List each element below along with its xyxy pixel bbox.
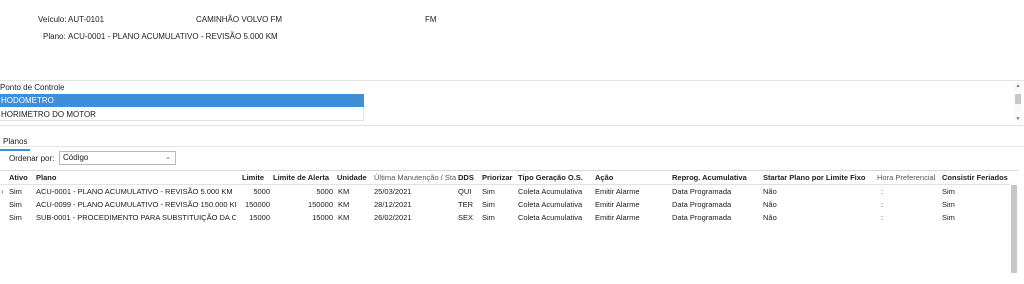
cell-acao: Emitir Alarme (595, 187, 640, 196)
cell-ativo: Sim (9, 213, 22, 222)
tab-divider (0, 146, 1024, 147)
col-header-reprog[interactable]: Reprog. Acumulativa (672, 171, 760, 185)
cell-startar: Não (763, 187, 777, 196)
cell-plano: ACU-0001 - PLANO ACUMULATIVO - REVISÃO 5… (36, 187, 233, 196)
cell-plano: ACU-0099 - PLANO ACUMULATIVO - REVISÃO 1… (36, 200, 236, 209)
order-label: Ordenar por: (9, 154, 55, 163)
cell-limite: 150000 (244, 200, 270, 209)
cell-limite-alerta: 150000 (307, 200, 333, 209)
grid-scrollbar[interactable] (1010, 183, 1018, 277)
col-header-unidade[interactable]: Unidade (337, 171, 372, 185)
scrollbar-thumb[interactable] (1015, 94, 1021, 104)
col-header-plano[interactable]: Plano (36, 171, 236, 185)
tab-planos[interactable]: Planos (0, 135, 31, 151)
ponto-controle-title: Ponto de Controle (0, 83, 65, 92)
cell-unidade: KM (338, 213, 350, 222)
col-header-tipo-geracao[interactable]: Tipo Geração O.S. (518, 171, 592, 185)
cell-limite: 15000 (249, 213, 270, 222)
cell-limite-alerta: 15000 (312, 213, 333, 222)
cell-consistir-feriados: Sim (942, 213, 955, 222)
cell-startar: Não (763, 213, 777, 222)
cell-hora-preferencial: : (881, 187, 884, 196)
col-header-limite[interactable]: Limite (242, 171, 270, 185)
cell-ativo: Sim (9, 200, 22, 209)
cell-priorizar: Sim (482, 200, 495, 209)
scroll-down-icon[interactable]: ▼ (1014, 115, 1022, 123)
col-header-ativo[interactable]: Ativo (9, 171, 33, 185)
col-header-acao[interactable]: Ação (595, 171, 669, 185)
cell-priorizar: Sim (482, 187, 495, 196)
veiculo-model: FM (425, 15, 437, 24)
cell-tipo-geracao: Coleta Acumulativa (518, 187, 583, 196)
cell-priorizar: Sim (482, 213, 495, 222)
table-row[interactable]: Sim SUB-0001 - PROCEDIMENTO PARA SUBSTIT… (0, 211, 1008, 224)
cell-consistir-feriados: Sim (942, 200, 955, 209)
chevron-down-icon[interactable]: ⌄ (165, 152, 171, 164)
col-header-consistir-feriados[interactable]: Consistir Feriados (942, 171, 1008, 185)
cell-hora-preferencial: : (881, 200, 884, 209)
ponto-controle-item-hodometro[interactable]: HODOMETRO (0, 94, 364, 107)
cell-limite: 5000 (253, 187, 270, 196)
cell-startar: Não (763, 200, 777, 209)
scrollbar-thumb[interactable] (1011, 185, 1017, 273)
veiculo-code: AUT-0101 (68, 15, 105, 24)
cell-tipo-geracao: Coleta Acumulativa (518, 200, 583, 209)
cell-ativo: Sim (9, 187, 22, 196)
cell-dds: QUI (458, 187, 472, 196)
veiculo-name: CAMINHÃO VOLVO FM (196, 15, 283, 24)
table-row[interactable]: › Sim ACU-0001 - PLANO ACUMULATIVO - REV… (0, 185, 1008, 198)
col-header-limite-alerta[interactable]: Limite de Alerta (273, 171, 335, 185)
cell-unidade: KM (338, 187, 350, 196)
col-header-priorizar[interactable]: Priorizar (482, 171, 516, 185)
cell-tipo-geracao: Coleta Acumulativa (518, 213, 583, 222)
ponto-controle-item-horimetro[interactable]: HORIMETRO DO MOTOR (0, 108, 364, 121)
cell-acao: Emitir Alarme (595, 200, 640, 209)
cell-ultima-manutencao: 28/12/2021 (374, 200, 412, 209)
cell-dds: SEX (458, 213, 474, 222)
cell-reprog: Data Programada (672, 213, 732, 222)
col-header-startar[interactable]: Startar Plano por Limite Fixo (763, 171, 873, 185)
cell-dds: TER (458, 200, 473, 209)
col-header-ultima-manutencao[interactable]: Última Manutenção / Status (374, 171, 456, 185)
cell-hora-preferencial: : (881, 213, 884, 222)
plano-label: Plano: (43, 32, 66, 41)
cell-unidade: KM (338, 200, 350, 209)
cell-reprog: Data Programada (672, 200, 732, 209)
plano-value: ACU-0001 - PLANO ACUMULATIVO - REVISÃO 5… (68, 32, 278, 41)
cell-reprog: Data Programada (672, 187, 732, 196)
order-select-value: Código (63, 153, 89, 162)
veiculo-label: Veículo: (38, 15, 67, 24)
cell-acao: Emitir Alarme (595, 213, 640, 222)
cell-plano: SUB-0001 - PROCEDIMENTO PARA SUBSTITUIÇÃ… (36, 213, 236, 222)
table-row[interactable]: Sim ACU-0099 - PLANO ACUMULATIVO - REVIS… (0, 198, 1008, 211)
cell-ultima-manutencao: 26/02/2021 (374, 213, 412, 222)
col-header-hora-preferencial[interactable]: Hora Preferencial (877, 171, 937, 185)
scroll-up-icon[interactable]: ▲ (1014, 82, 1022, 90)
ponto-controle-scrollbar[interactable]: ▲ ▼ (1014, 82, 1022, 124)
planos-grid: Ativo Plano Limite Limite de Alerta Unid… (0, 170, 1018, 250)
row-pointer-icon: › (1, 187, 4, 196)
cell-consistir-feriados: Sim (942, 187, 955, 196)
cell-limite-alerta: 5000 (316, 187, 333, 196)
col-header-dds[interactable]: DDS (458, 171, 480, 185)
grid-header: Ativo Plano Limite Limite de Alerta Unid… (0, 171, 1018, 185)
cell-ultima-manutencao: 25/03/2021 (374, 187, 412, 196)
order-select[interactable]: Código ⌄ (59, 151, 176, 165)
